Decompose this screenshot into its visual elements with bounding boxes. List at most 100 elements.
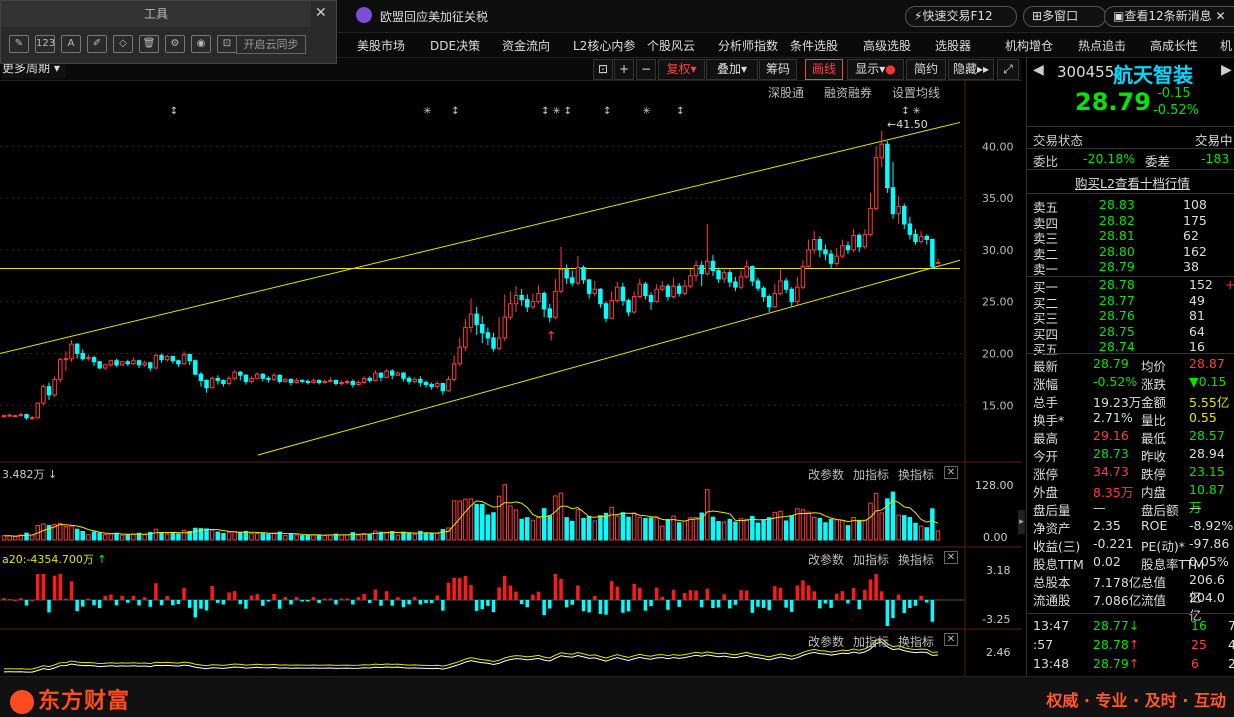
switch-indicator-button[interactable]: 换指标 [898, 551, 934, 568]
candle-body [35, 402, 41, 419]
stat-value: 28.79 [1093, 356, 1129, 371]
switch-indicator-button[interactable]: 换指标 [898, 466, 934, 483]
stock-name: 航天智装 [1113, 63, 1193, 87]
chips-button[interactable]: 筹码 [759, 59, 797, 80]
macd-bar [176, 600, 181, 605]
prev-stock-icon[interactable]: ◀ [1033, 62, 1044, 78]
macd-bar [908, 600, 912, 608]
candle-body [834, 255, 839, 264]
link-set-ma[interactable]: 设置均线 [892, 84, 940, 101]
macd-bar [36, 574, 40, 600]
nav-item[interactable]: 高成长性 [1150, 37, 1198, 54]
export-icon[interactable]: ⊡ [217, 35, 237, 53]
fullscreen-button[interactable]: ⤢ [997, 59, 1019, 80]
nav-item[interactable]: 热点追击 [1078, 37, 1126, 54]
candle-body [474, 313, 479, 325]
news-count-button[interactable]: ▣查看12条新消息 ✕ [1104, 6, 1234, 27]
quick-trade-button[interactable]: ⚡快速交易F12 [905, 6, 1017, 27]
text-icon[interactable]: A [61, 35, 81, 53]
nav-item[interactable]: 条件选股 [790, 37, 838, 54]
volume-bar [463, 498, 468, 541]
close-icon[interactable]: ✕ [1212, 9, 1225, 23]
lock-button[interactable]: ⊡ [593, 59, 613, 80]
switch-indicator-button[interactable]: 换指标 [898, 633, 934, 650]
volume-bar [384, 531, 389, 541]
nav-item[interactable]: 高级选股 [863, 37, 911, 54]
link-margin-trading[interactable]: 融资融券 [824, 84, 872, 101]
volume-bar [598, 515, 603, 541]
display-label: 显示 [855, 62, 880, 76]
123-icon[interactable]: 123 [35, 35, 55, 53]
buy-price: 28.76 [1099, 308, 1135, 323]
macd-bar [216, 600, 220, 603]
eraser-icon[interactable]: ◇ [113, 35, 133, 53]
news-ticker[interactable]: 欧盟回应美加征关税 [356, 7, 536, 25]
candle-body [187, 354, 192, 362]
adjust-select[interactable]: 复权▾ [658, 59, 705, 80]
nav-item[interactable]: 机 [1220, 37, 1232, 54]
multi-window-button[interactable]: ⊞多窗口 [1023, 6, 1106, 27]
candle-body [496, 337, 502, 349]
change-params-button[interactable]: 改参数 [808, 633, 844, 650]
nav-item[interactable]: DDE决策 [430, 37, 480, 54]
quote-row: 总股本 7.178亿 总值 206.6亿 [1033, 572, 1233, 605]
stat-label: 涨停 [1033, 467, 1059, 482]
tick-extra: 7 [1228, 618, 1234, 633]
close-icon[interactable]: ✕ [315, 5, 327, 21]
candle-body [209, 377, 215, 389]
tick-price: 28.79 [1093, 656, 1129, 671]
candle-body [519, 294, 524, 301]
change-params-button[interactable]: 改参数 [808, 551, 844, 568]
add-indicator-button[interactable]: 加指标 [853, 633, 889, 650]
eye-icon[interactable]: ◉ [191, 35, 211, 53]
hide-button[interactable]: 隐藏▸▸ [948, 59, 994, 80]
nav-item[interactable]: 个股风云 [647, 37, 695, 54]
close-icon[interactable]: ✕ [944, 551, 958, 564]
volume-bar [209, 529, 215, 541]
draw-button[interactable]: 画线 [805, 59, 843, 80]
buy-price: 28.77 [1099, 292, 1135, 308]
tools-panel: 工具 ✕ ✎ 123 A ✐ ◇ 🗑 ⚙ ◉ ⊡ 开启云同步 [0, 0, 337, 64]
dropdown-icon: ▾ [690, 62, 697, 76]
zoom-out-button[interactable]: − [636, 59, 656, 80]
macd-bar [728, 600, 732, 609]
candle-body [536, 292, 541, 303]
pen-icon[interactable]: ✎ [9, 35, 29, 53]
kline-chart[interactable]: ↕ ✳ ↕ ↕ ✳ ↕ ↕ ✳ ↕ ↕ ✳↑ 40.0035.0030.0025.0020.0015… [0, 80, 1022, 676]
nav-item[interactable]: 机构增仓 [1005, 37, 1053, 54]
stat-value: 2.71% [1093, 410, 1133, 425]
nav-item[interactable]: 资金流向 [502, 37, 550, 54]
nav-item[interactable]: 分析师指数 [718, 37, 778, 54]
cloud-sync-button[interactable]: 开启云同步 [236, 35, 306, 54]
collapse-panel-handle[interactable]: ▸ [1018, 510, 1025, 534]
edit-icon[interactable]: ✐ [87, 35, 107, 53]
volume-bar [288, 532, 294, 541]
settings-icon[interactable]: ⚙ [165, 35, 185, 53]
close-icon[interactable]: ✕ [944, 466, 958, 479]
candle-body [418, 378, 423, 383]
l2-link[interactable]: 购买L2查看十档行情 [1075, 173, 1190, 192]
display-select[interactable]: 显示▾● [847, 59, 904, 80]
change-params-button[interactable]: 改参数 [808, 466, 844, 483]
macd-bar [570, 600, 575, 605]
volume-axis-bottom: 0.00 [983, 531, 1008, 544]
add-indicator-button[interactable]: 加指标 [853, 466, 889, 483]
macd-bars [0, 574, 965, 626]
candle-body [491, 337, 496, 349]
tick-time: 13:47 [1033, 618, 1070, 633]
candle-body [170, 356, 176, 362]
zoom-in-button[interactable]: + [614, 59, 634, 80]
overlay-select[interactable]: 叠加▾ [706, 59, 758, 80]
nav-item[interactable]: 选股器 [935, 37, 971, 54]
close-icon[interactable]: ✕ [944, 633, 958, 646]
nav-item[interactable]: L2核心内参 [573, 37, 635, 54]
simple-button[interactable]: 简约 [906, 59, 946, 80]
link-shenzhen-connect[interactable]: 深股通 [768, 84, 804, 101]
nav-item[interactable]: 美股市场 [357, 37, 405, 54]
macd-bar [750, 600, 755, 613]
trash-icon[interactable]: 🗑 [139, 35, 159, 53]
candle-body [316, 379, 322, 383]
volume-bar [811, 516, 817, 541]
add-indicator-button[interactable]: 加指标 [853, 551, 889, 568]
next-stock-icon[interactable]: ▶ [1221, 62, 1232, 78]
